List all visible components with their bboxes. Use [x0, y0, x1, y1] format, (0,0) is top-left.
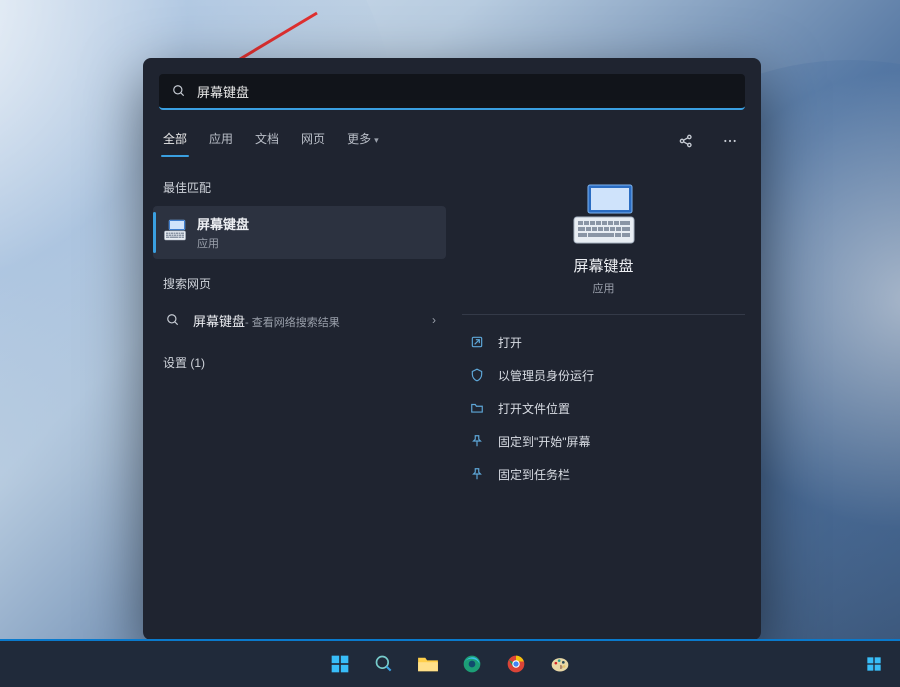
action-run-as-admin[interactable]: 以管理员身份运行: [462, 360, 745, 391]
result-best-match[interactable]: 屏幕键盘 应用: [153, 206, 446, 259]
detail-card: 屏幕键盘 应用: [462, 173, 745, 315]
start-search-panel: 全部 应用 文档 网页 更多▾ 最佳匹配: [143, 58, 761, 640]
tab-apps[interactable]: 应用: [207, 124, 235, 157]
pin-icon: [470, 434, 486, 450]
chevron-right-icon: ›: [432, 313, 436, 327]
result-tail: - 查看网络搜索结果: [245, 314, 340, 330]
action-open-location[interactable]: 打开文件位置: [462, 393, 745, 424]
search-tabs: 全部 应用 文档 网页 更多▾: [143, 118, 761, 157]
action-open[interactable]: 打开: [462, 327, 745, 358]
tab-label: 应用: [209, 132, 233, 146]
tab-label: 网页: [301, 132, 325, 146]
pin-icon: [470, 467, 486, 483]
search-box[interactable]: [159, 74, 745, 110]
results-column: 最佳匹配 屏幕键盘 应用 搜索网页: [143, 163, 452, 640]
show-desktop-button[interactable]: [856, 646, 892, 682]
action-label: 固定到"开始"屏幕: [498, 433, 591, 450]
section-search-web: 搜索网页: [153, 269, 446, 302]
action-label: 打开文件位置: [498, 400, 570, 417]
osk-app-icon: [570, 183, 638, 245]
admin-icon: [470, 368, 486, 384]
tab-label: 更多: [347, 132, 371, 146]
search-input[interactable]: [197, 84, 735, 99]
taskbar-search-button[interactable]: [366, 646, 402, 682]
folder-icon: [470, 401, 486, 417]
action-pin-start[interactable]: 固定到"开始"屏幕: [462, 426, 745, 457]
tab-all[interactable]: 全部: [161, 124, 189, 157]
tab-web[interactable]: 网页: [299, 124, 327, 157]
file-explorer-button[interactable]: [410, 646, 446, 682]
tab-label: 文档: [255, 132, 279, 146]
action-label: 以管理员身份运行: [498, 367, 594, 384]
result-web-search[interactable]: 屏幕键盘 - 查看网络搜索结果 ›: [153, 302, 446, 338]
share-icon[interactable]: [673, 128, 699, 154]
chrome-button[interactable]: [498, 646, 534, 682]
detail-subtitle: 应用: [593, 280, 615, 296]
search-icon: [169, 81, 189, 101]
action-label: 固定到任务栏: [498, 466, 570, 483]
start-button[interactable]: [322, 646, 358, 682]
result-subtitle: 应用: [197, 235, 249, 251]
detail-column: 屏幕键盘 应用 打开 以管理员身份运行 打开文件位置 固定到: [452, 163, 761, 640]
paint-button[interactable]: [542, 646, 578, 682]
osk-app-icon: [163, 219, 187, 246]
edge-button[interactable]: [454, 646, 490, 682]
chevron-down-icon: ▾: [374, 135, 379, 145]
tab-more[interactable]: 更多▾: [345, 124, 381, 157]
section-settings: 设置 (1): [153, 348, 446, 381]
detail-title: 屏幕键盘: [573, 255, 633, 276]
more-icon[interactable]: [717, 128, 743, 154]
result-title: 屏幕键盘: [197, 214, 249, 233]
result-title: 屏幕键盘: [193, 311, 245, 330]
open-icon: [470, 335, 486, 351]
section-best-match: 最佳匹配: [153, 173, 446, 206]
search-icon: [163, 310, 183, 330]
taskbar: [0, 639, 900, 687]
action-label: 打开: [498, 334, 522, 351]
tab-documents[interactable]: 文档: [253, 124, 281, 157]
action-pin-taskbar[interactable]: 固定到任务栏: [462, 459, 745, 490]
action-list: 打开 以管理员身份运行 打开文件位置 固定到"开始"屏幕 固定到任务栏: [462, 327, 745, 490]
tab-label: 全部: [163, 132, 187, 146]
